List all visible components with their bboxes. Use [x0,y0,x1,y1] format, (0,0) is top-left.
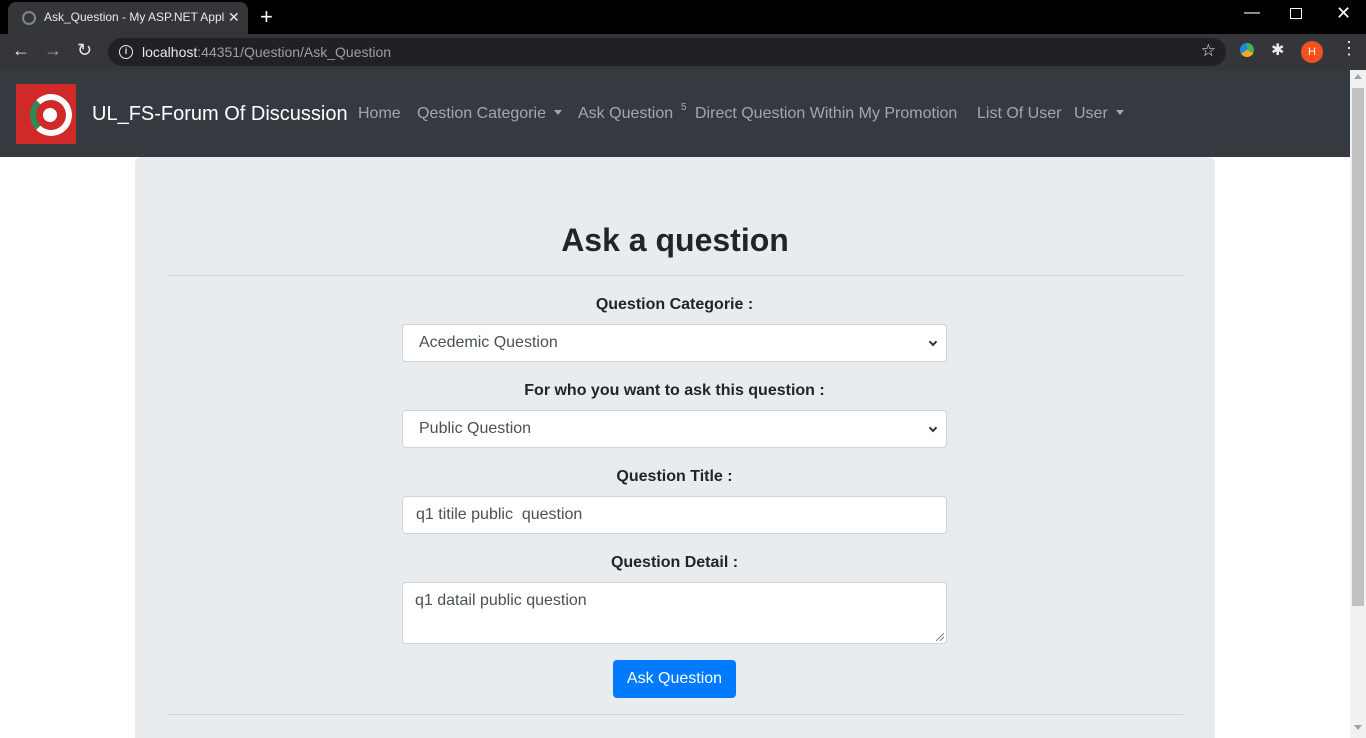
divider-bottom [167,714,1183,715]
site-logo[interactable] [16,84,76,144]
bookmark-star-icon[interactable]: ☆ [1201,41,1216,61]
tab-title: Ask_Question - My ASP.NET Application [44,10,224,24]
globe-icon [22,11,36,25]
nav-question-category[interactable]: Qestion Categorie [417,105,562,123]
ask-question-button[interactable]: Ask Question [613,660,736,698]
new-tab-icon[interactable]: + [260,4,273,30]
url-text: localhost:44351/Question/Ask_Question [142,44,391,60]
category-selected-value: Acedemic Question [419,334,558,351]
scroll-down-icon[interactable] [1354,725,1362,730]
divider-top [167,275,1183,276]
brand-name[interactable]: UL_FS-Forum Of Discussion [92,103,348,126]
detail-textarea[interactable]: q1 datail public question [402,582,947,644]
minimize-icon[interactable]: — [1244,4,1260,22]
site-navbar: UL_FS-Forum Of Discussion Home Qestion C… [0,70,1350,157]
logo-dot [43,108,57,122]
nav-user-label: User [1074,105,1108,122]
title-label: Question Title : [616,468,733,485]
scroll-up-icon[interactable] [1354,74,1362,79]
nav-badge: 5 [681,102,687,113]
nav-home[interactable]: Home [358,105,401,123]
nav-direct-question[interactable]: Direct Question Within My Promotion [695,105,957,123]
window-close-icon[interactable]: ✕ [1336,3,1351,24]
title-input[interactable]: q1 titile public question [402,496,947,534]
category-label: Question Categorie : [595,296,754,313]
detail-textarea-value: q1 datail public question [415,592,587,609]
back-icon[interactable]: ← [12,40,30,61]
forward-icon[interactable]: → [44,40,62,61]
nav-ask-question[interactable]: Ask Question [578,105,673,123]
nav-question-category-label: Qestion Categorie [417,105,546,122]
resize-handle-icon[interactable] [936,633,944,641]
puzzle-icon[interactable]: ✱ [1271,40,1284,60]
audience-label: For who you want to ask this question : [524,382,825,399]
page-scrollbar[interactable] [1350,70,1366,738]
profile-avatar[interactable]: H [1301,41,1323,63]
url-path: :44351/Question/Ask_Question [197,44,392,60]
reload-icon[interactable]: ↻ [77,40,92,61]
restore-icon[interactable] [1290,8,1302,19]
nav-list-of-user[interactable]: List Of User [977,105,1061,123]
detail-label: Question Detail : [610,554,739,571]
audience-select[interactable]: Public Question [402,410,947,448]
browser-tabstrip: Ask_Question - My ASP.NET Application ✕ … [0,0,1366,34]
scroll-thumb[interactable] [1352,88,1364,606]
extension-icon[interactable] [1240,43,1254,57]
chevron-down-icon [928,337,938,347]
close-tab-icon[interactable]: ✕ [228,9,240,26]
chevron-down-icon [1115,110,1124,115]
nav-user[interactable]: User [1074,105,1124,123]
page-title: Ask a question [561,222,789,258]
info-icon[interactable]: i [119,45,133,59]
title-input-value: q1 titile public question [416,506,583,523]
browser-tab[interactable]: Ask_Question - My ASP.NET Application ✕ [8,2,248,34]
more-menu-icon[interactable]: ⋮ [1340,38,1358,59]
address-bar[interactable]: i localhost:44351/Question/Ask_Question … [108,38,1226,66]
audience-selected-value: Public Question [419,420,532,437]
chevron-down-icon [928,423,938,433]
url-host: localhost [142,44,198,60]
browser-toolbar: ← → ↻ i localhost:44351/Question/Ask_Que… [0,34,1366,70]
chevron-down-icon [553,110,562,115]
category-select[interactable]: Acedemic Question [402,324,947,362]
